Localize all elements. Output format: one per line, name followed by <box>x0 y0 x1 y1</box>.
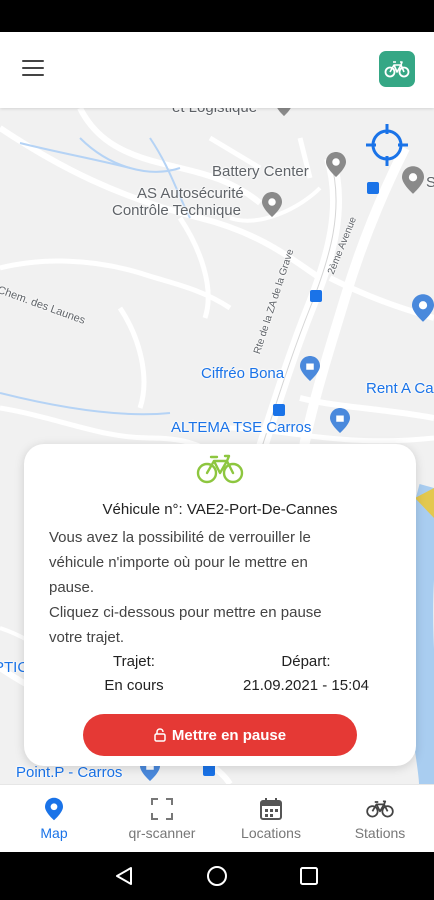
pause-info-message: Vous avez la possibilité de verrouiller … <box>49 525 379 650</box>
message-line: votre trajet. <box>49 629 125 646</box>
nav-tab-map[interactable]: Map <box>0 785 108 853</box>
nav-label: Stations <box>354 825 406 841</box>
bicycle-icon <box>366 796 394 822</box>
trip-status: Trajet: En cours <box>86 650 182 698</box>
departure-value: 21.09.2021 - 15:04 <box>243 677 369 694</box>
scan-frame-icon <box>150 796 174 822</box>
pause-trip-button[interactable]: Mettre en pause <box>83 714 357 756</box>
map-label-logistique: et Logistique <box>172 108 257 116</box>
nav-label: Locations <box>241 825 301 841</box>
my-location-crosshair-icon[interactable] <box>366 124 408 166</box>
shopping-pin-icon <box>330 408 350 433</box>
recents-square-icon[interactable] <box>297 864 321 888</box>
bike-logo-icon[interactable] <box>379 51 415 87</box>
message-line: Cliquez ci-dessous pour mettre en pause <box>49 604 322 621</box>
map-pin-icon <box>277 108 291 116</box>
map-label-autosecurite-1: AS Autosécurité <box>137 185 244 202</box>
hamburger-menu-icon[interactable] <box>22 60 46 80</box>
status-bar <box>0 0 434 32</box>
departure-info: Départ: 21.09.2021 - 15:04 <box>222 650 390 698</box>
departure-label: Départ: <box>281 653 331 670</box>
map-label-battery: Battery Center <box>212 163 309 180</box>
map-pin-icon <box>45 796 63 822</box>
bus-stop-icon <box>310 290 322 302</box>
map-pin-icon <box>412 294 434 322</box>
nav-tab-stations[interactable]: Stations <box>326 785 434 853</box>
map-pin-icon <box>262 192 282 217</box>
map-label-autosecurite-2: Contrôle Technique <box>112 202 241 219</box>
message-line: pause. <box>49 579 95 596</box>
trip-value: En cours <box>104 677 164 694</box>
map-label-ciffreo: Ciffréo Bona <box>201 365 285 382</box>
map-label-s-edge: S <box>426 174 434 191</box>
nav-label: Map <box>40 825 68 841</box>
map-label-altema: ALTEMA TSE Carros <box>171 419 312 436</box>
nav-tab-locations[interactable]: Locations <box>217 785 325 853</box>
map-pin-icon <box>326 152 346 177</box>
message-line: véhicule n'importe où pour le mettre en <box>49 554 308 571</box>
home-circle-icon[interactable] <box>205 864 229 888</box>
bottom-navigation: Map qr-scanner Locations Stations <box>0 784 434 852</box>
back-triangle-icon[interactable] <box>112 864 136 888</box>
message-line: Vous avez la possibilité de verrouiller … <box>49 529 311 546</box>
nav-label: qr-scanner <box>128 825 196 841</box>
bicycle-icon <box>196 454 244 484</box>
pause-button-label: Mettre en pause <box>171 726 287 744</box>
trip-info-card: Véhicule n°: VAE2-Port-De-Cannes Vous av… <box>24 444 416 766</box>
bus-stop-icon <box>273 404 285 416</box>
trip-label: Trajet: <box>113 653 155 670</box>
app-header <box>0 32 434 108</box>
map-label-rent: Rent A Ca <box>366 380 434 397</box>
shopping-pin-icon <box>300 356 320 381</box>
bus-stop-icon <box>367 182 379 194</box>
map-pin-icon <box>402 166 424 194</box>
system-navigation-bar <box>0 852 434 900</box>
unlock-icon <box>154 728 166 742</box>
map-label-pointp: Point.P - Carros <box>16 764 123 781</box>
nav-tab-qr-scanner[interactable]: qr-scanner <box>108 785 216 853</box>
calendar-icon <box>259 796 283 822</box>
vehicle-number: Véhicule n°: VAE2-Port-De-Cannes <box>102 501 338 518</box>
